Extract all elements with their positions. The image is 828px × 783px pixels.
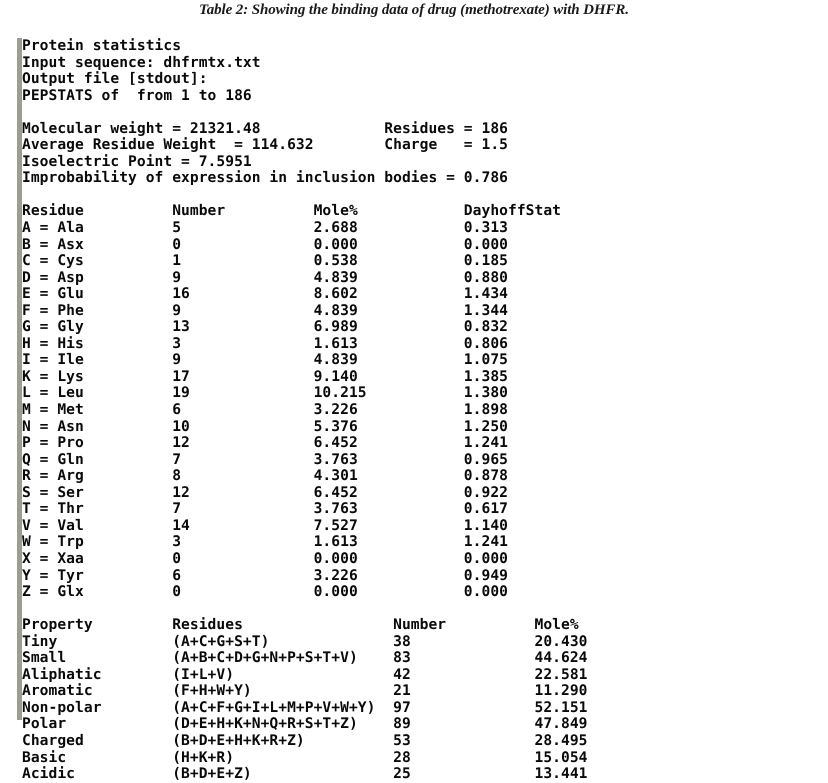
pepstats-report-text: Protein statistics Input sequence: dhfrm…: [22, 37, 588, 783]
terminal-output-pane: Protein statistics Input sequence: dhfrm…: [17, 37, 828, 782]
table-caption: Table 2: Showing the binding data of dru…: [199, 2, 629, 18]
